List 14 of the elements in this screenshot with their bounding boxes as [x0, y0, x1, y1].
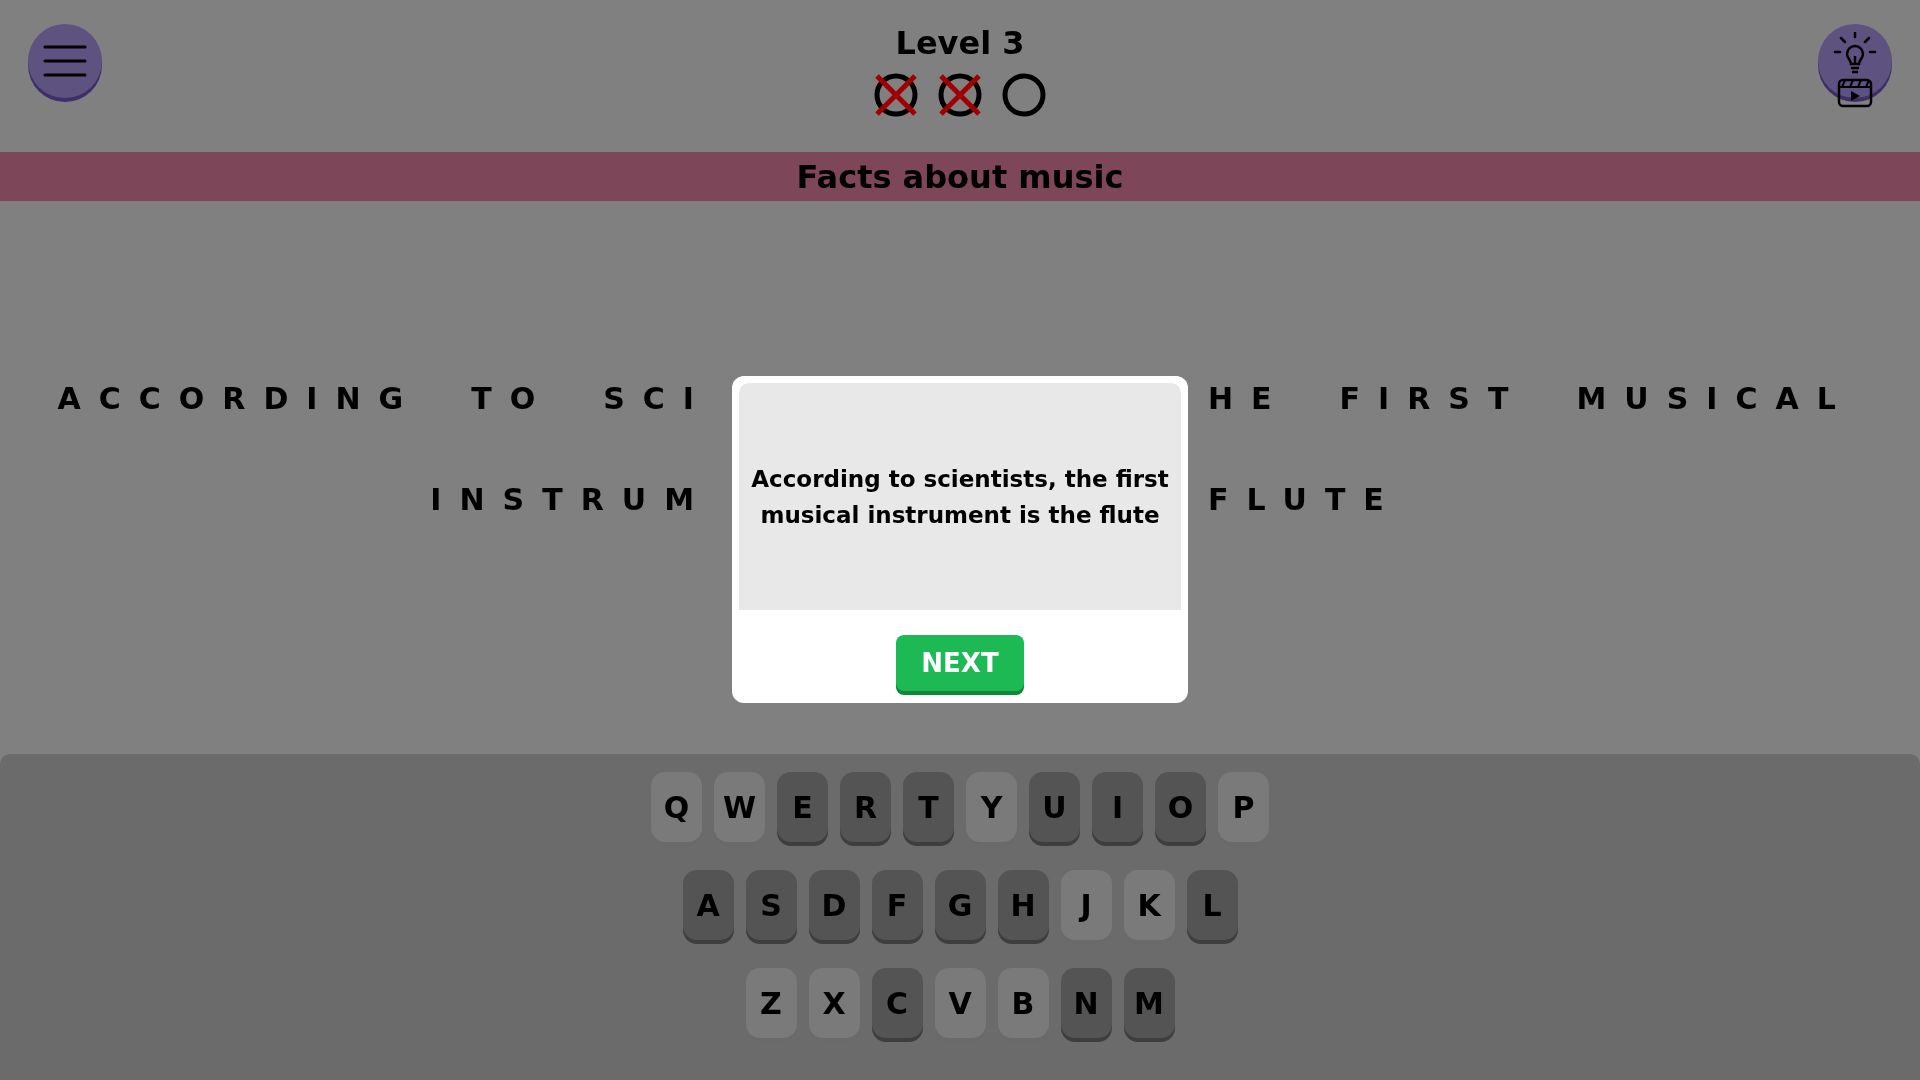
menu-icon [43, 43, 87, 79]
puzzle-word: HE [1208, 381, 1290, 416]
puzzle-word: MUSICAL [1576, 381, 1854, 416]
puzzle-word: ACCORDING [57, 381, 422, 416]
puzzle-word: TO [471, 381, 554, 416]
puzzle-word: FIRST [1339, 381, 1527, 416]
puzzle-word: FLUTE [1208, 482, 1402, 517]
category-title: Facts about music [796, 157, 1124, 196]
puzzle-word: INSTRUM [430, 482, 712, 517]
menu-button[interactable] [28, 24, 102, 98]
lightbulb-video-icon [1833, 32, 1877, 108]
fact-message: According to scientists, the first musical instrument is the flute [750, 464, 1170, 530]
puzzle-word: SCI [603, 381, 712, 416]
level-title: Level 3 [895, 24, 1025, 62]
